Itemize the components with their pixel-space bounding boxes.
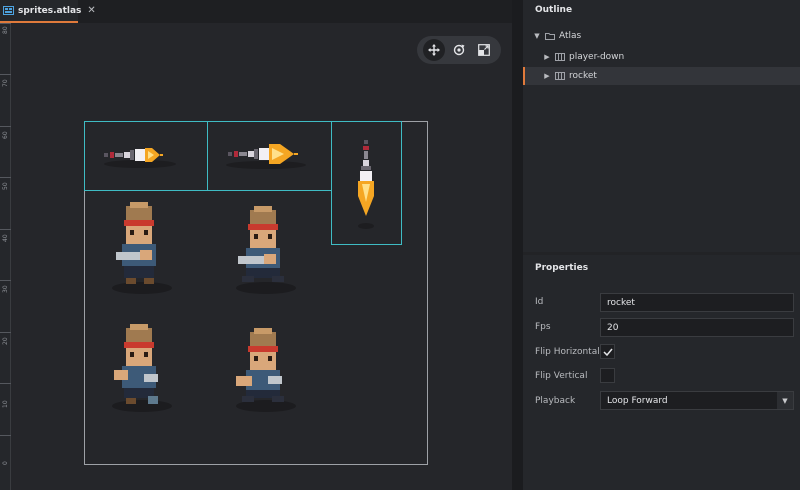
player-sprite xyxy=(112,202,172,294)
scale-tool-button[interactable] xyxy=(473,39,495,61)
ruler-label: 80 xyxy=(2,26,9,34)
tab-bar: sprites.atlas ✕ xyxy=(0,0,512,23)
fps-field[interactable]: 20 xyxy=(600,318,794,337)
outline-item-atlas[interactable]: ▼ Atlas xyxy=(523,27,800,45)
id-label: Id xyxy=(535,297,544,307)
id-field[interactable]: rocket xyxy=(600,293,794,312)
rotate-tool-button[interactable] xyxy=(448,39,470,61)
tab-title: sprites.atlas xyxy=(18,5,82,16)
transform-toolbar xyxy=(417,36,501,64)
outline-item-rocket[interactable]: ▶ rocket xyxy=(523,67,800,85)
player-sprite xyxy=(236,206,296,294)
folder-icon xyxy=(545,32,555,41)
flip-vertical-checkbox[interactable] xyxy=(600,368,615,383)
outline-item-label: rocket xyxy=(569,71,597,81)
chevron-down-icon[interactable]: ▼ xyxy=(777,392,793,409)
ruler-label: 60 xyxy=(2,131,9,139)
animation-icon xyxy=(555,53,565,62)
move-icon xyxy=(427,44,440,56)
rotate-icon xyxy=(453,44,465,56)
rocket-sprite-horizontal xyxy=(104,148,176,168)
rocket-sprite-vertical xyxy=(358,140,374,229)
ruler-label: 20 xyxy=(2,337,9,345)
rocket-sprite-horizontal xyxy=(226,144,306,169)
tab-sprites-atlas[interactable]: sprites.atlas ✕ xyxy=(0,0,96,23)
playback-select[interactable]: Loop Forward ▼ xyxy=(600,391,794,410)
ruler-label: 10 xyxy=(2,400,9,408)
outline-title: Outline xyxy=(535,5,573,15)
ruler-label: 50 xyxy=(2,182,9,190)
outline-panel: Outline ▼ Atlas ▶ player-down ▶ rocket xyxy=(523,0,800,252)
chevron-down-icon[interactable]: ▼ xyxy=(533,32,541,40)
ruler-label: 30 xyxy=(2,285,9,293)
properties-title: Properties xyxy=(535,263,589,273)
move-tool-button[interactable] xyxy=(422,39,445,61)
chevron-right-icon[interactable]: ▶ xyxy=(543,53,551,61)
chevron-right-icon[interactable]: ▶ xyxy=(543,72,551,80)
ruler-label: 70 xyxy=(2,79,9,87)
scale-icon xyxy=(478,44,491,56)
fps-label: Fps xyxy=(535,322,551,332)
vertical-ruler: 80 70 60 50 40 30 20 10 0 xyxy=(0,23,11,490)
atlas-file-icon xyxy=(3,6,14,15)
panel-splitter[interactable] xyxy=(512,0,523,490)
playback-value: Loop Forward xyxy=(607,395,668,406)
playback-label: Playback xyxy=(535,396,576,406)
flip-horizontal-checkbox[interactable] xyxy=(600,344,615,359)
player-sprite xyxy=(112,324,172,412)
outline-item-label: player-down xyxy=(569,52,625,62)
outline-item-player-down[interactable]: ▶ player-down xyxy=(523,48,800,66)
checkmark-icon xyxy=(602,348,613,356)
animation-icon xyxy=(555,72,565,81)
outline-item-label: Atlas xyxy=(559,31,582,41)
flip-horizontal-label: Flip Horizontal xyxy=(535,347,600,357)
close-icon[interactable]: ✕ xyxy=(87,5,95,16)
ruler-label: 0 xyxy=(2,461,9,465)
flip-vertical-label: Flip Vertical xyxy=(535,371,588,381)
player-sprite xyxy=(236,328,296,412)
ruler-label: 40 xyxy=(2,234,9,242)
